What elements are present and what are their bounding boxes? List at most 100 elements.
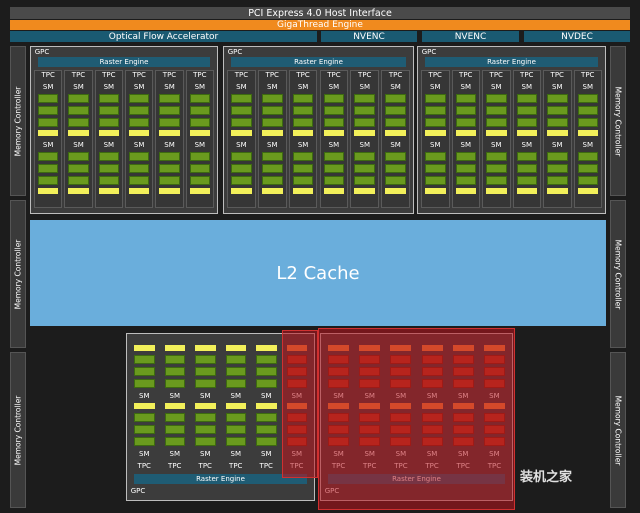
cuda-core-block <box>225 413 246 422</box>
cuda-core-block <box>225 367 246 376</box>
cuda-core-block <box>516 176 537 185</box>
cuda-core-block <box>323 152 345 161</box>
sm-label: SM <box>103 83 115 91</box>
cuda-core-block <box>385 176 406 185</box>
cuda-core-block <box>68 94 89 103</box>
cuda-core-block <box>231 176 252 185</box>
l1-cache <box>547 130 568 136</box>
cuda-core-block <box>159 106 180 115</box>
cuda-core-block <box>516 164 537 173</box>
cuda-core-block <box>292 164 314 173</box>
cuda-core-block <box>292 118 314 127</box>
l1-cache <box>225 403 246 409</box>
l1-cache <box>516 130 537 136</box>
cuda-core-block <box>129 164 150 173</box>
cuda-core-block <box>261 164 283 173</box>
cuda-core-block <box>256 425 277 434</box>
nvenc-2: NVENC <box>422 31 519 42</box>
tpc-label: TPC <box>428 71 442 79</box>
cuda-core-block <box>195 425 216 434</box>
memory-controller-label: Memory Controller <box>613 395 623 465</box>
l1-cache <box>577 130 598 136</box>
l1-cache <box>159 188 180 194</box>
cuda-core-block <box>577 94 598 103</box>
cuda-core-block <box>134 437 155 446</box>
cuda-core-block <box>189 118 210 127</box>
cuda-core-block <box>455 94 476 103</box>
sm-label: SM <box>267 141 278 149</box>
cuda-core-block <box>425 176 446 185</box>
cuda-core-block <box>486 106 507 115</box>
sm-label: SM <box>103 141 115 149</box>
cuda-core-block <box>38 176 59 185</box>
cuda-core-block <box>98 106 119 115</box>
cuda-core-block <box>385 106 406 115</box>
cuda-core-block <box>98 152 119 161</box>
cuda-core-block <box>292 176 314 185</box>
pcie-host-interface: PCI Express 4.0 Host Interface <box>10 7 630 19</box>
cuda-core-block <box>134 355 155 364</box>
tpc-label: TPC <box>265 71 279 79</box>
tpc-label: TPC <box>41 71 55 79</box>
memory-controller-label: Memory Controller <box>613 239 623 309</box>
cuda-core-block <box>486 164 507 173</box>
sm-label: SM <box>390 141 401 149</box>
cuda-core-block <box>129 176 150 185</box>
cuda-core-block <box>68 152 89 161</box>
cuda-core-block <box>164 355 185 364</box>
raster-engine: Raster Engine <box>231 57 406 67</box>
cuda-core-block <box>134 379 155 388</box>
memory-controller-right-1: Memory Controller <box>610 46 626 196</box>
sm-label: SM <box>73 83 84 91</box>
cuda-core-block <box>38 164 59 173</box>
sm-label: SM <box>328 83 340 91</box>
sm-label: SM <box>491 141 502 149</box>
l1-cache <box>354 188 376 194</box>
pcie-label: PCI Express 4.0 Host Interface <box>248 7 392 19</box>
cuda-core-block <box>547 164 568 173</box>
l1-cache <box>68 130 89 136</box>
l1-cache <box>129 130 150 136</box>
cuda-core-block <box>129 118 150 127</box>
l2-cache-label: L2 Cache <box>276 262 360 284</box>
l1-cache <box>256 403 277 409</box>
sm-label: SM <box>267 83 278 91</box>
cuda-core-block <box>323 118 345 127</box>
tpc-label: TPC <box>234 71 249 79</box>
l1-cache <box>68 188 89 194</box>
cuda-core-block <box>425 164 446 173</box>
l1-cache <box>261 130 283 136</box>
cuda-core-block <box>189 106 210 115</box>
cuda-core-block <box>486 118 507 127</box>
cuda-core-block <box>486 94 507 103</box>
sm-label: SM <box>200 450 211 458</box>
cuda-core-block <box>455 118 476 127</box>
l1-cache <box>516 188 537 194</box>
tpc-label: TPC <box>229 462 243 470</box>
l1-cache <box>292 188 314 194</box>
cuda-core-block <box>38 94 59 103</box>
gpc-label: GPC <box>130 487 146 495</box>
l1-cache <box>164 345 185 351</box>
cuda-core-block <box>159 94 180 103</box>
cuda-core-block <box>38 106 59 115</box>
cuda-core-block <box>98 118 119 127</box>
sm-label: SM <box>582 83 593 91</box>
cuda-core-block <box>98 176 119 185</box>
l1-cache <box>323 188 345 194</box>
cuda-core-block <box>231 164 252 173</box>
sm-label: SM <box>552 141 563 149</box>
cuda-core-block <box>195 367 216 376</box>
cuda-core-block <box>68 106 89 115</box>
sm-label: SM <box>261 392 272 400</box>
cuda-core-block <box>68 176 89 185</box>
nvdec: NVDEC <box>524 31 630 42</box>
sm-label: SM <box>139 450 150 458</box>
cuda-core-block <box>256 367 277 376</box>
cuda-core-block <box>261 176 283 185</box>
cuda-core-block <box>547 106 568 115</box>
l1-cache <box>164 403 185 409</box>
cuda-core-block <box>189 176 210 185</box>
sm-label: SM <box>430 83 441 91</box>
cuda-core-block <box>516 152 537 161</box>
